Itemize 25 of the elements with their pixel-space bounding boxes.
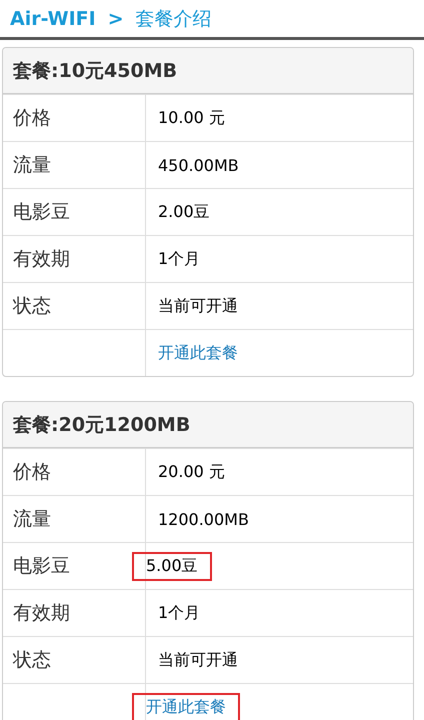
value-text: 10.00 元 xyxy=(158,108,225,128)
value-text: 1个月 xyxy=(158,248,200,270)
breadcrumb-item: > xyxy=(108,8,124,30)
label-cell: 流量 xyxy=(3,496,146,542)
label-cell: 有效期 xyxy=(3,590,146,636)
value-text: 2.00豆 xyxy=(158,202,210,222)
value-text: 1个月 xyxy=(158,602,200,624)
breadcrumb-item: 套餐介绍 xyxy=(136,6,212,32)
plan-title: 套餐:20元1200MB xyxy=(3,402,413,448)
label-cell: 价格 xyxy=(3,449,146,495)
breadcrumb-item[interactable]: Air-WIFI xyxy=(10,8,96,30)
activate-link[interactable]: 开通此套餐 xyxy=(158,342,238,364)
label-cell: 电影豆 xyxy=(3,543,146,589)
label-cell: 状态 xyxy=(3,637,146,683)
label-cell: 价格 xyxy=(3,95,146,141)
plan-title: 套餐:10元450MB xyxy=(3,48,413,94)
label-cell: 电影豆 xyxy=(3,189,146,235)
label-cell: 有效期 xyxy=(3,236,146,282)
label-cell: 状态 xyxy=(3,283,146,329)
value-text: 20.00 元 xyxy=(158,462,225,482)
value-text: 450.00MB xyxy=(158,156,239,174)
label-cell: 流量 xyxy=(3,142,146,188)
value-text: 当前可开通 xyxy=(158,296,238,316)
value-text: 当前可开通 xyxy=(158,650,238,670)
value-text: 1200.00MB xyxy=(158,510,249,528)
